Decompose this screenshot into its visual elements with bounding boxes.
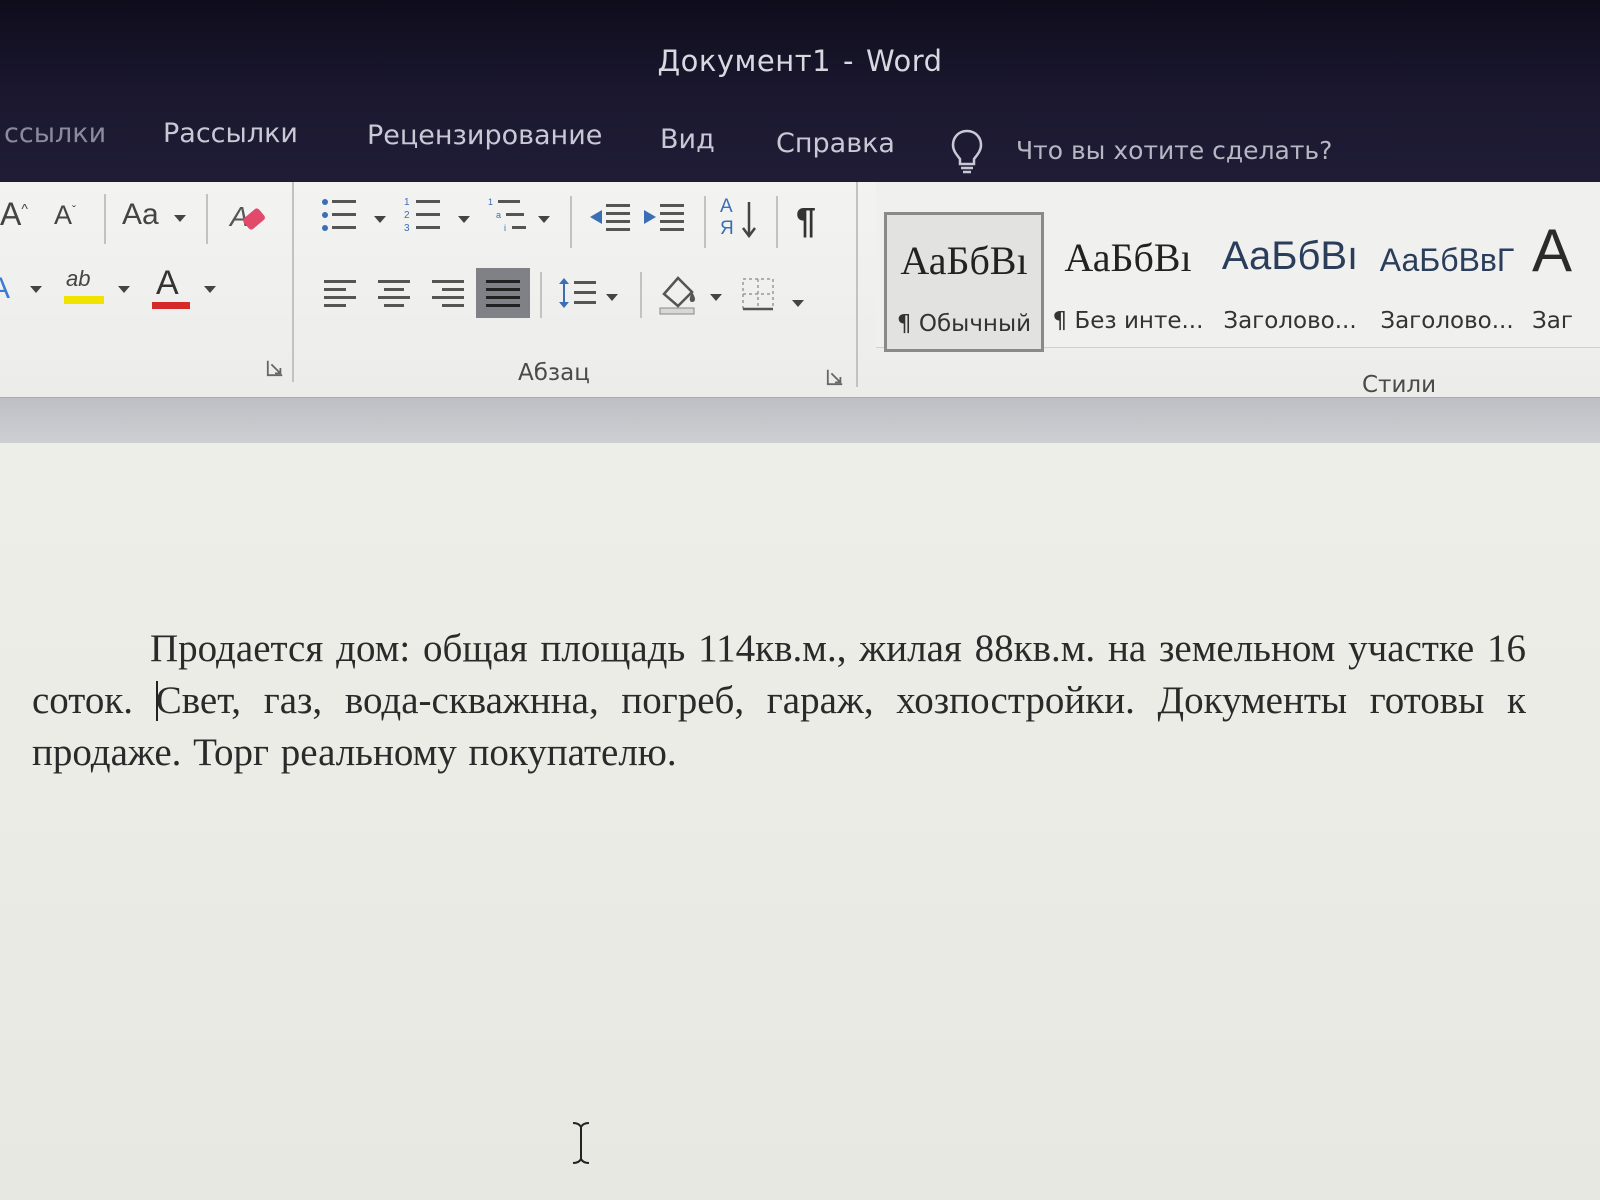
separator xyxy=(704,196,706,248)
line-spacing-icon[interactable] xyxy=(556,274,602,314)
highlight-color-button[interactable]: ab xyxy=(62,266,108,310)
align-left-icon[interactable] xyxy=(322,276,360,310)
decrease-indent-icon[interactable] xyxy=(588,200,634,240)
styles-gallery: АаБбВı ¶ Обычный АаБбВı ¶ Без инте... Аа… xyxy=(876,182,1600,352)
style-heading-1[interactable]: АаБбВı Заголово... xyxy=(1212,212,1368,352)
lightbulb-icon xyxy=(951,129,983,174)
tab-help[interactable]: Справка xyxy=(776,128,895,159)
arrow-down-icon xyxy=(742,202,756,239)
font-color-glyph: A xyxy=(156,264,179,302)
style-name: ¶ Обычный xyxy=(896,311,1032,337)
multilevel-list-icon[interactable]: 1 a i xyxy=(488,194,534,238)
clear-formatting-icon[interactable]: A xyxy=(226,196,270,240)
separator xyxy=(104,194,106,244)
increase-indent-icon[interactable] xyxy=(642,200,688,240)
styles-group-label: Стили xyxy=(1362,372,1437,398)
paragraph-dialog-launcher-icon[interactable] xyxy=(826,368,844,386)
align-justify-icon xyxy=(486,280,520,307)
justify-button[interactable] xyxy=(476,268,530,318)
font-dialog-launcher-icon[interactable] xyxy=(266,359,284,377)
tell-me-search[interactable]: Что вы хотите сделать? xyxy=(950,128,1332,174)
style-heading-2[interactable]: АаБбВвГ Заголово... xyxy=(1372,212,1522,352)
svg-text:a: a xyxy=(496,210,501,220)
highlight-glyph: ab xyxy=(66,266,91,291)
tab-references[interactable]: ссылки xyxy=(4,118,106,149)
svg-text:A: A xyxy=(0,272,10,305)
font-color-swatch xyxy=(152,302,190,309)
chevron-down-icon xyxy=(204,286,216,293)
style-name: ¶ Без инте... xyxy=(1052,308,1204,334)
chevron-down-icon xyxy=(174,215,186,222)
numbering-icon[interactable]: 1 2 3 xyxy=(404,194,446,236)
svg-text:1: 1 xyxy=(488,197,493,207)
ribbon: A^ Aˇ Aa A A ab A 1 2 3 1 a i А Я ¶ Абза… xyxy=(0,182,1600,398)
svg-text:1: 1 xyxy=(404,197,410,208)
ribbon-collapse-bar xyxy=(0,397,1600,444)
shading-icon[interactable] xyxy=(656,270,702,316)
separator xyxy=(640,272,642,318)
separator xyxy=(540,272,542,318)
tell-me-placeholder: Что вы хотите сделать? xyxy=(1016,136,1333,165)
highlight-swatch xyxy=(64,296,104,304)
group-separator xyxy=(292,182,294,382)
style-sample: АаБбВвГ xyxy=(1379,242,1515,278)
style-sample: АаБбВı xyxy=(900,238,1028,283)
align-right-icon[interactable] xyxy=(430,276,468,310)
document-name: Документ1 xyxy=(657,44,832,78)
group-separator xyxy=(856,182,858,387)
svg-text:i: i xyxy=(504,223,506,233)
style-name: Заголово... xyxy=(1223,308,1357,334)
show-formatting-marks-button[interactable]: ¶ xyxy=(796,200,816,242)
document-canvas[interactable]: Продается дом: общая площадь 114кв.м., ж… xyxy=(0,443,1600,1200)
shrink-font-button[interactable]: Aˇ xyxy=(54,200,76,231)
bullets-icon[interactable] xyxy=(320,194,362,236)
font-color-button[interactable]: A xyxy=(150,264,190,310)
i-beam-cursor-icon xyxy=(572,1122,590,1164)
title-bar: Документ1- Word xyxy=(0,0,1600,100)
chevron-down-icon xyxy=(538,216,550,223)
paragraph-group-label: Абзац xyxy=(518,360,590,386)
style-title[interactable]: А Заг xyxy=(1526,212,1600,352)
tab-view[interactable]: Вид xyxy=(660,124,715,155)
svg-text:A: A xyxy=(228,201,249,232)
chevron-down-icon xyxy=(374,216,386,223)
title-separator: - xyxy=(843,44,855,78)
style-normal[interactable]: АаБбВı ¶ Обычный xyxy=(884,212,1044,352)
tab-mailings[interactable]: Рассылки xyxy=(163,118,298,149)
change-case-button[interactable]: Aa xyxy=(122,198,159,232)
borders-icon[interactable] xyxy=(740,276,778,314)
svg-text:3: 3 xyxy=(404,223,410,234)
style-name: Заголово... xyxy=(1380,308,1514,334)
chevron-down-icon xyxy=(30,286,42,293)
chevron-down-icon xyxy=(606,294,618,301)
svg-text:2: 2 xyxy=(404,210,410,221)
style-no-spacing[interactable]: АаБбВı ¶ Без инте... xyxy=(1048,212,1208,352)
style-sample: АаБбВı xyxy=(1221,234,1359,278)
separator xyxy=(206,194,208,244)
paragraph-text-after-caret: Свет, газ, вода-скважнна, погреб, гараж,… xyxy=(32,679,1526,774)
chevron-down-icon xyxy=(118,286,130,293)
style-name: Заг xyxy=(1532,308,1573,334)
app-name: Word xyxy=(866,44,943,78)
grow-font-button[interactable]: A^ xyxy=(0,196,28,233)
sort-glyph-bottom: Я xyxy=(720,218,734,239)
text-effects-icon[interactable]: A xyxy=(0,270,24,306)
chevron-down-icon xyxy=(710,294,722,301)
chevron-down-icon xyxy=(458,216,470,223)
style-sample: А xyxy=(1532,217,1573,284)
separator xyxy=(776,196,778,248)
ribbon-tabs: ссылки Рассылки Рецензирование Вид Справ… xyxy=(0,100,1600,182)
sort-button[interactable]: А Я xyxy=(718,196,762,246)
chevron-down-icon xyxy=(792,300,804,307)
style-sample: АаБбВı xyxy=(1064,235,1192,280)
tab-review[interactable]: Рецензирование xyxy=(367,120,602,151)
sort-glyph-top: А xyxy=(720,196,733,217)
separator xyxy=(570,196,572,248)
window-title: Документ1- Word xyxy=(0,44,1600,78)
document-paragraph[interactable]: Продается дом: общая площадь 114кв.м., ж… xyxy=(32,623,1526,779)
align-center-icon[interactable] xyxy=(376,276,414,310)
